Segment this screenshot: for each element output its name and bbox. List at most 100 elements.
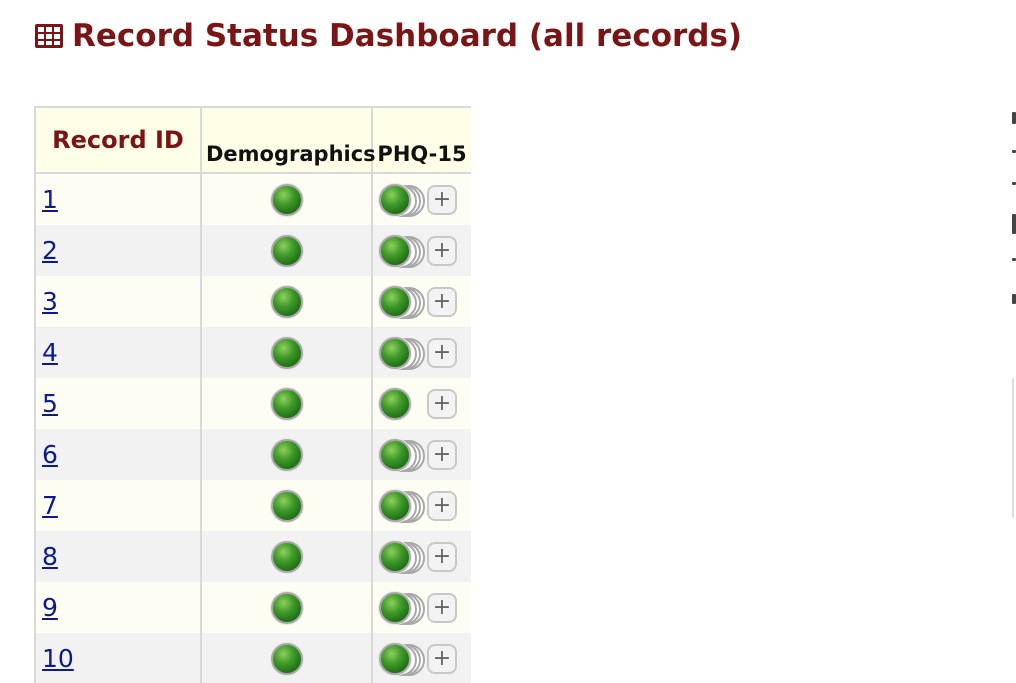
phq15-status-cell: + (371, 531, 471, 582)
table-row: 7 + (34, 480, 471, 531)
repeating-instances-status-icon[interactable] (379, 234, 427, 268)
phq15-status-cell: + (371, 429, 471, 480)
phq15-status-cell: + (371, 378, 471, 429)
demographics-status-cell (200, 480, 373, 531)
add-instance-button[interactable]: + (427, 337, 457, 368)
table-row: 9 + (34, 582, 471, 633)
form-complete-status-icon (379, 438, 411, 471)
table-row: 5 + (34, 378, 471, 429)
form-complete-status-icon[interactable] (270, 234, 303, 267)
record-id-link[interactable]: 4 (42, 338, 58, 367)
table-body: 1 +2 +3 +4 +5 +6 +7 +8 +9 +10 + (34, 173, 471, 683)
phq15-status-cell: + (371, 276, 471, 327)
add-instance-button[interactable]: + (427, 592, 457, 623)
record-id-cell: 8 (34, 531, 202, 582)
record-id-cell: 3 (34, 276, 202, 327)
repeating-instances-status-icon[interactable] (379, 336, 427, 370)
record-id-link[interactable]: 9 (42, 593, 58, 622)
demographics-status-cell (200, 225, 373, 276)
record-id-link[interactable]: 7 (42, 491, 58, 520)
table-row: 8 + (34, 531, 471, 582)
phq15-status-cell: + (371, 633, 471, 683)
add-instance-button[interactable]: + (427, 490, 457, 521)
record-id-cell: 5 (34, 378, 202, 429)
form-complete-status-icon[interactable] (270, 387, 303, 420)
form-complete-status-icon (379, 642, 411, 675)
add-instance-button[interactable]: + (427, 643, 457, 674)
demographics-status-cell (200, 327, 373, 378)
record-id-link[interactable]: 2 (42, 236, 58, 265)
form-complete-status-icon[interactable] (270, 591, 303, 624)
record-id-cell: 10 (34, 633, 202, 683)
form-complete-status-icon (379, 387, 411, 420)
page-title: Record Status Dashboard (all records) (34, 16, 742, 56)
demographics-status-cell (200, 173, 373, 225)
record-id-cell: 6 (34, 429, 202, 480)
form-complete-status-icon[interactable] (270, 336, 303, 369)
repeating-instances-status-icon[interactable] (379, 438, 427, 472)
add-instance-button[interactable]: + (427, 541, 457, 572)
offscreen-legend-edge (1012, 0, 1016, 683)
demographics-status-cell (200, 582, 373, 633)
demographics-status-cell (200, 378, 373, 429)
add-instance-button[interactable]: + (427, 388, 457, 419)
table-row: 1 + (34, 173, 471, 225)
phq15-status-cell: + (371, 327, 471, 378)
form-complete-status-icon[interactable] (270, 489, 303, 522)
header-demographics: Demographics (200, 106, 376, 174)
table-row: 2 + (34, 225, 471, 276)
repeating-instances-status-icon[interactable] (379, 183, 427, 217)
form-complete-status-icon (379, 591, 411, 624)
form-complete-status-icon[interactable] (270, 285, 303, 318)
form-complete-status-icon (379, 336, 411, 369)
record-id-link[interactable]: 8 (42, 542, 58, 571)
record-id-cell: 2 (34, 225, 202, 276)
repeating-instances-status-icon[interactable] (379, 642, 427, 676)
record-id-link[interactable]: 3 (42, 287, 58, 316)
add-instance-button[interactable]: + (427, 286, 457, 317)
repeating-instances-status-icon[interactable] (379, 540, 427, 574)
phq15-status-cell: + (371, 582, 471, 633)
form-complete-status-icon[interactable] (270, 540, 303, 573)
table-row: 10 + (34, 633, 471, 683)
form-complete-status-icon (379, 489, 411, 522)
table-row: 4 + (34, 327, 471, 378)
demographics-status-cell (200, 276, 373, 327)
record-id-link[interactable]: 5 (42, 389, 58, 418)
form-complete-status-icon (379, 285, 411, 318)
record-id-cell: 1 (34, 173, 202, 225)
table-row: 3 + (34, 276, 471, 327)
record-id-link[interactable]: 10 (42, 644, 74, 673)
table-header-row: Record ID Demographics PHQ-15 (34, 106, 471, 174)
repeating-instances-status-icon[interactable] (379, 591, 427, 625)
form-complete-status-icon[interactable] (379, 387, 427, 420)
add-instance-button[interactable]: + (427, 235, 457, 266)
form-complete-status-icon[interactable] (270, 438, 303, 471)
repeating-instances-status-icon[interactable] (379, 285, 427, 319)
add-instance-button[interactable]: + (427, 184, 457, 215)
phq15-status-cell: + (371, 225, 471, 276)
table-grid-icon (35, 24, 63, 48)
phq15-status-cell: + (371, 173, 471, 225)
record-id-cell: 9 (34, 582, 202, 633)
page-title-text: Record Status Dashboard (all records) (72, 18, 743, 54)
demographics-status-cell (200, 531, 373, 582)
form-complete-status-icon (379, 183, 411, 216)
form-complete-status-icon (379, 540, 411, 573)
form-complete-status-icon[interactable] (270, 183, 303, 216)
header-record-id[interactable]: Record ID (34, 106, 202, 174)
record-id-cell: 4 (34, 327, 202, 378)
demographics-status-cell (200, 429, 373, 480)
record-id-link[interactable]: 1 (42, 185, 58, 214)
header-phq15: PHQ-15 (371, 106, 471, 174)
repeating-instances-status-icon[interactable] (379, 489, 427, 523)
phq15-status-cell: + (371, 480, 471, 531)
record-id-cell: 7 (34, 480, 202, 531)
demographics-status-cell (200, 633, 373, 683)
form-complete-status-icon (379, 234, 411, 267)
form-complete-status-icon[interactable] (270, 642, 303, 675)
table-row: 6 + (34, 429, 471, 480)
record-status-table: Record ID Demographics PHQ-15 1 +2 +3 +4 +5 +… (34, 106, 471, 683)
record-id-link[interactable]: 6 (42, 440, 58, 469)
add-instance-button[interactable]: + (427, 439, 457, 470)
